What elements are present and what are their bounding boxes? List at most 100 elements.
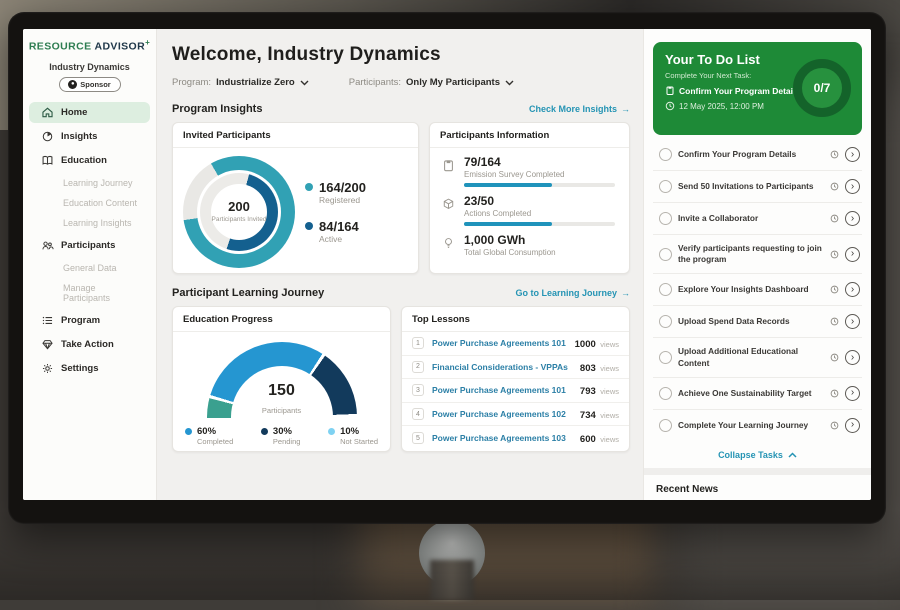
task-checkbox[interactable] [659, 419, 672, 432]
sidebar-item-settings[interactable]: Settings [29, 358, 150, 379]
task-checkbox[interactable] [659, 148, 672, 161]
task-row-upload-educational-content[interactable]: Upload Additional Educational Content › [653, 338, 862, 377]
sidebar-item-education-content[interactable]: Education Content [29, 194, 150, 212]
task-checkbox[interactable] [659, 180, 672, 193]
top-lessons-card: Top Lessons 1 Power Purchase Agreements … [401, 306, 630, 452]
lesson-rank: 1 [412, 337, 424, 349]
registered-label: Registered [319, 195, 360, 205]
views-label: views [600, 364, 619, 373]
lesson-link[interactable]: Power Purchase Agreements 103 [432, 433, 572, 443]
book-icon [41, 154, 54, 167]
legend-dot-active [305, 222, 313, 230]
task-label: Complete Your Learning Journey [678, 420, 824, 431]
chevron-right-icon[interactable]: › [845, 386, 860, 401]
lesson-link[interactable]: Financial Considerations - VPPAs [432, 362, 572, 372]
participants-dropdown[interactable]: Participants: Only My Participants [349, 77, 514, 88]
task-checkbox[interactable] [659, 351, 672, 364]
sidebar-item-take-action[interactable]: Take Action [29, 334, 150, 355]
views-label: views [600, 411, 619, 420]
lesson-row: 1 Power Purchase Agreements 101 1000 vie… [402, 332, 629, 356]
legend-dot-pending [261, 428, 268, 435]
sidebar-item-insights[interactable]: Insights [29, 126, 150, 147]
page-title: Welcome, Industry Dynamics [172, 44, 630, 66]
gear-icon [41, 362, 54, 375]
task-row-confirm-program[interactable]: Confirm Your Program Details › [653, 139, 862, 171]
list-icon [41, 314, 54, 327]
legend-value: 60% [197, 426, 233, 437]
task-label: Achieve One Sustainability Target [678, 388, 824, 399]
lesson-views: 1000 [575, 339, 596, 350]
chevron-right-icon[interactable]: › [845, 418, 860, 433]
chevron-right-icon[interactable]: › [845, 350, 860, 365]
lesson-views: 734 [580, 410, 596, 421]
chevron-right-icon[interactable]: › [845, 211, 860, 226]
check-more-insights-link[interactable]: Check More Insights → [529, 104, 630, 114]
task-label: Invite a Collaborator [678, 213, 824, 224]
active-label: Active [319, 234, 342, 244]
task-row-upload-spend-data[interactable]: Upload Spend Data Records › [653, 306, 862, 338]
stat-label: Emission Survey Completed [464, 170, 615, 179]
sidebar-item-program[interactable]: Program [29, 310, 150, 331]
chevron-right-icon[interactable]: › [845, 314, 860, 329]
clock-icon [830, 150, 839, 159]
task-row-invite-collaborator[interactable]: Invite a Collaborator › [653, 203, 862, 235]
task-row-verify-participants[interactable]: Verify participants requesting to join t… [653, 235, 862, 274]
monitor-bezel: RESOURCE ADVISOR+ Industry Dynamics ● Sp… [8, 12, 886, 524]
lesson-rank: 5 [412, 432, 424, 444]
card-title: Invited Participants [173, 123, 418, 148]
stat-value: 1,000 GWh [464, 233, 615, 247]
todo-due-date: 12 May 2025, 12:00 PM [679, 102, 764, 111]
sidebar-item-general-data[interactable]: General Data [29, 259, 150, 277]
legend-value: 10% [340, 426, 378, 437]
chevron-right-icon[interactable]: › [845, 179, 860, 194]
sidebar-item-education[interactable]: Education [29, 150, 150, 171]
cube-icon [442, 197, 455, 211]
gauge-center-value: 150 [207, 382, 357, 400]
chevron-right-icon[interactable]: › [845, 282, 860, 297]
sidebar-item-participants[interactable]: Participants [29, 235, 150, 256]
clock-icon [830, 285, 839, 294]
lesson-link[interactable]: Power Purchase Agreements 102 [432, 409, 572, 419]
sidebar: RESOURCE ADVISOR+ Industry Dynamics ● Sp… [23, 29, 157, 500]
insights-icon [41, 130, 54, 143]
donut-center-value: 200 [228, 199, 250, 214]
legend-dot-not-started [328, 428, 335, 435]
sidebar-item-learning-journey[interactable]: Learning Journey [29, 174, 150, 192]
lesson-link[interactable]: Power Purchase Agreements 101 [432, 338, 567, 348]
lesson-link[interactable]: Power Purchase Agreements 101 [432, 385, 572, 395]
go-to-learning-journey-link[interactable]: Go to Learning Journey → [515, 288, 630, 298]
sidebar-item-label: Home [61, 107, 87, 118]
task-label: Upload Spend Data Records [678, 316, 824, 327]
task-checkbox[interactable] [659, 283, 672, 296]
gem-icon [41, 338, 54, 351]
lesson-rank: 3 [412, 384, 424, 396]
sidebar-item-home[interactable]: Home [29, 102, 150, 123]
task-row-achieve-target[interactable]: Achieve One Sustainability Target › [653, 378, 862, 410]
collapse-tasks-link[interactable]: Collapse Tasks [653, 441, 862, 468]
recent-news-heading: Recent News [656, 484, 859, 500]
sidebar-item-manage-participants[interactable]: Manage Participants [29, 279, 150, 307]
filter-bar: Program: Industrialize Zero Participants… [172, 77, 630, 88]
link-label: Go to Learning Journey [515, 288, 617, 298]
clock-icon [830, 353, 839, 362]
task-row-complete-learning-journey[interactable]: Complete Your Learning Journey › [653, 410, 862, 441]
sidebar-item-label: Participants [61, 240, 115, 251]
todo-next-task: Confirm Your Program Details [679, 86, 800, 96]
card-title: Education Progress [173, 307, 390, 332]
task-checkbox[interactable] [659, 315, 672, 328]
lesson-views: 600 [580, 434, 596, 445]
legend-not-started: 10% Not Started [328, 426, 378, 446]
legend-completed: 60% Completed [185, 426, 233, 446]
task-checkbox[interactable] [659, 248, 672, 261]
task-row-explore-insights[interactable]: Explore Your Insights Dashboard › [653, 274, 862, 306]
sidebar-item-learning-insights[interactable]: Learning Insights [29, 214, 150, 232]
resource-advisor-logo: RESOURCE ADVISOR+ [23, 38, 156, 53]
program-dropdown[interactable]: Program: Industrialize Zero [172, 77, 309, 88]
task-row-send-invitations[interactable]: Send 50 Invitations to Participants › [653, 171, 862, 203]
todo-panel: Your To Do List Complete Your Next Task:… [643, 29, 871, 500]
chevron-right-icon[interactable]: › [845, 247, 860, 262]
task-checkbox[interactable] [659, 387, 672, 400]
sponsor-badge[interactable]: ● Sponsor [59, 77, 121, 92]
task-checkbox[interactable] [659, 212, 672, 225]
chevron-right-icon[interactable]: › [845, 147, 860, 162]
